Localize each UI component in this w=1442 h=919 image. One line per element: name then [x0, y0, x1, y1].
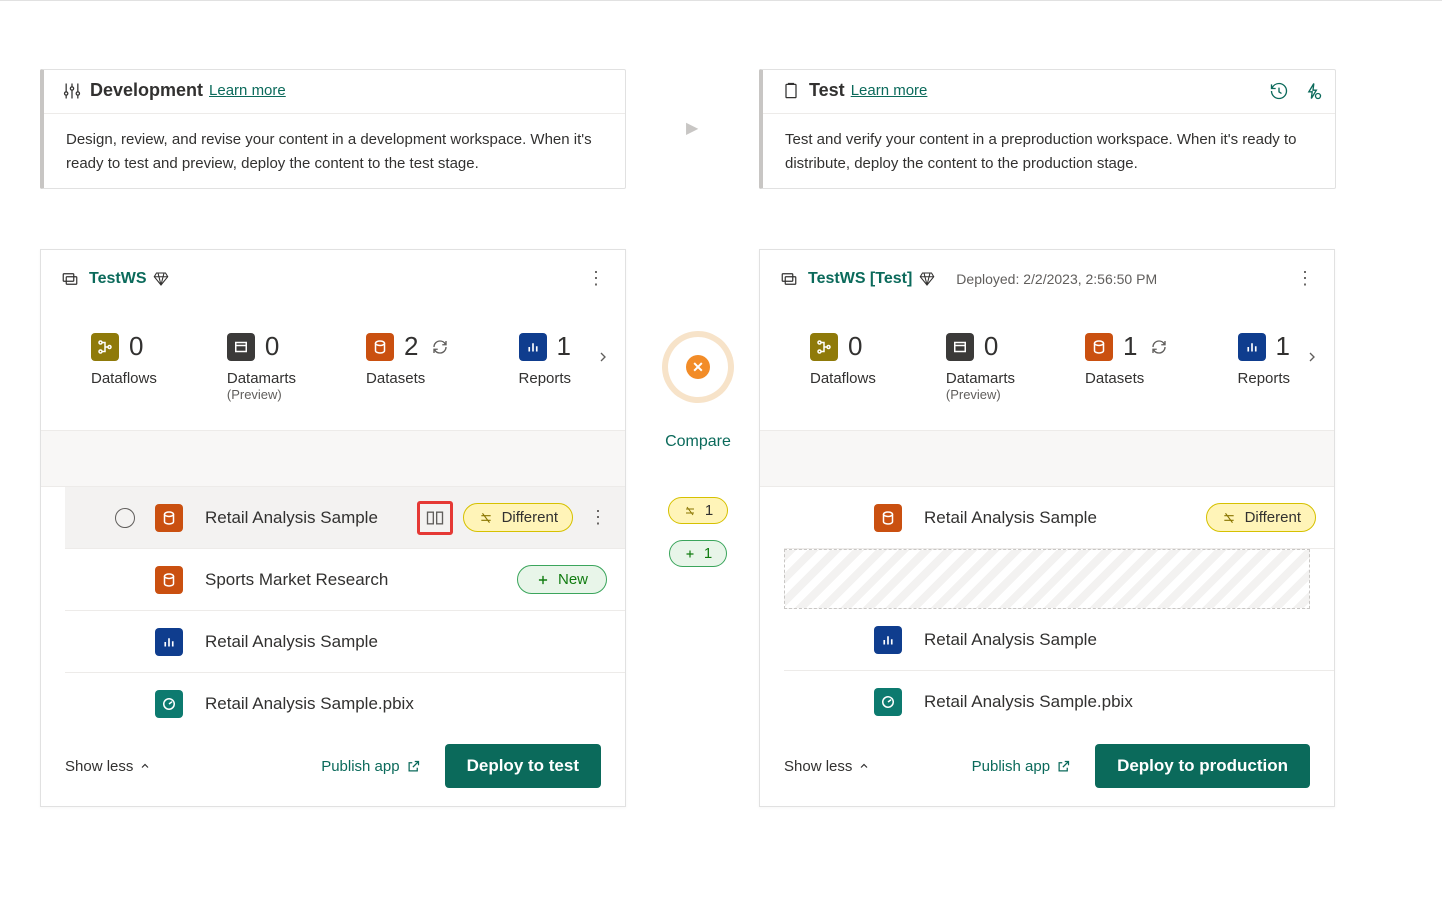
list-item[interactable]: Retail Analysis Sample	[65, 611, 625, 673]
deployed-timestamp: Deployed: 2/2/2023, 2:56:50 PM	[956, 271, 1157, 287]
refresh-icon[interactable]	[1150, 338, 1168, 356]
test-description: Test and verify your content in a prepro…	[763, 114, 1335, 190]
stage-arrow-icon: ▶	[686, 118, 698, 138]
test-card-more-button[interactable]: ⋮	[1296, 268, 1314, 289]
dataset-icon	[366, 333, 394, 361]
different-badge: Different	[1206, 503, 1316, 532]
report-icon	[519, 333, 547, 361]
show-less-button[interactable]: Show less	[784, 758, 870, 775]
new-badge: New	[517, 565, 607, 594]
test-stage-header: Test Learn more Test and verify your con…	[759, 69, 1336, 189]
workspace-icon	[61, 270, 79, 288]
clipboard-icon	[781, 81, 801, 101]
dev-learn-more-link[interactable]: Learn more	[209, 82, 286, 99]
dev-workspace-card: TestWS ⋮ 0 Dataflows 0 Datamarts (Previe…	[40, 249, 626, 807]
show-less-button[interactable]: Show less	[65, 758, 151, 775]
test-stats-row: 0 Dataflows 0 Datamarts (Preview) 1 Data…	[760, 295, 1334, 431]
diff-count-pill[interactable]: 1	[668, 497, 728, 524]
list-item[interactable]: Retail Analysis Sample Different ⋮	[65, 487, 625, 549]
different-badge: Different	[463, 503, 573, 532]
item-label: Sports Market Research	[205, 570, 517, 590]
dev-card-more-button[interactable]: ⋮	[587, 268, 605, 289]
item-label: Retail Analysis Sample	[924, 630, 1316, 650]
dev-description: Design, review, and revise your content …	[44, 114, 625, 190]
dataset-icon	[155, 504, 183, 532]
dev-items-header-band	[41, 431, 625, 487]
compare-column: ✕ Compare 1 1	[646, 331, 750, 567]
deploy-to-production-button[interactable]: Deploy to production	[1095, 744, 1310, 788]
row-more-button[interactable]: ⋮	[589, 507, 607, 528]
stat-datamarts[interactable]: 0 Datamarts (Preview)	[946, 331, 1015, 402]
publish-app-button[interactable]: Publish app	[972, 758, 1071, 775]
compare-label[interactable]: Compare	[665, 433, 731, 451]
deploy-to-test-button[interactable]: Deploy to test	[445, 744, 601, 788]
dev-stats-row: 0 Dataflows 0 Datamarts (Preview) 2 Data…	[41, 295, 625, 431]
item-label: Retail Analysis Sample.pbix	[205, 694, 607, 714]
select-radio[interactable]	[115, 508, 135, 528]
report-icon	[1238, 333, 1266, 361]
refresh-icon[interactable]	[431, 338, 449, 356]
test-workspace-name[interactable]: TestWS [Test]	[808, 270, 912, 288]
stat-datamarts[interactable]: 0 Datamarts (Preview)	[227, 331, 296, 402]
datamart-icon	[227, 333, 255, 361]
diamond-icon	[152, 270, 170, 288]
tools-icon	[62, 81, 82, 101]
stat-datasets[interactable]: 2 Datasets	[366, 331, 448, 387]
diamond-icon	[918, 270, 936, 288]
test-items-header-band	[760, 431, 1334, 487]
stats-next-button[interactable]	[595, 349, 611, 368]
dev-workspace-name[interactable]: TestWS	[89, 270, 146, 288]
compare-spinner-icon[interactable]: ✕	[662, 331, 734, 403]
compare-highlight-icon[interactable]	[417, 501, 453, 535]
list-item[interactable]: Sports Market Research New	[65, 549, 625, 611]
list-item[interactable]: Retail Analysis Sample.pbix	[784, 671, 1334, 733]
new-count-pill[interactable]: 1	[669, 540, 727, 567]
stat-datasets[interactable]: 1 Datasets	[1085, 331, 1167, 387]
dataset-icon	[874, 504, 902, 532]
test-learn-more-link[interactable]: Learn more	[851, 82, 928, 99]
stat-dataflows[interactable]: 0 Dataflows	[91, 331, 157, 387]
dataset-icon	[155, 566, 183, 594]
empty-slot-placeholder	[784, 549, 1310, 609]
dataflow-icon	[91, 333, 119, 361]
dataflow-icon	[810, 333, 838, 361]
report-icon	[155, 628, 183, 656]
stat-reports[interactable]: 1 Reports	[519, 331, 572, 387]
test-workspace-card: TestWS [Test] Deployed: 2/2/2023, 2:56:5…	[759, 249, 1335, 807]
dev-title: Development	[90, 80, 203, 101]
list-item[interactable]: Retail Analysis Sample	[784, 609, 1334, 671]
list-item[interactable]: Retail Analysis Sample Different	[784, 487, 1334, 549]
item-label: Retail Analysis Sample.pbix	[924, 692, 1316, 712]
item-label: Retail Analysis Sample	[205, 508, 417, 528]
workspace-icon	[780, 270, 798, 288]
stat-dataflows[interactable]: 0 Dataflows	[810, 331, 876, 387]
stats-next-button[interactable]	[1304, 349, 1320, 368]
stat-reports[interactable]: 1 Reports	[1238, 331, 1291, 387]
report-icon	[874, 626, 902, 654]
item-label: Retail Analysis Sample	[205, 632, 607, 652]
development-stage-header: Development Learn more Design, review, a…	[40, 69, 626, 189]
history-icon[interactable]	[1269, 81, 1289, 101]
dataset-icon	[1085, 333, 1113, 361]
publish-app-button[interactable]: Publish app	[321, 758, 420, 775]
datamart-icon	[946, 333, 974, 361]
test-title: Test	[809, 80, 845, 101]
settings-bolt-icon[interactable]	[1303, 81, 1323, 101]
item-label: Retail Analysis Sample	[924, 508, 1206, 528]
dashboard-icon	[155, 690, 183, 718]
dashboard-icon	[874, 688, 902, 716]
